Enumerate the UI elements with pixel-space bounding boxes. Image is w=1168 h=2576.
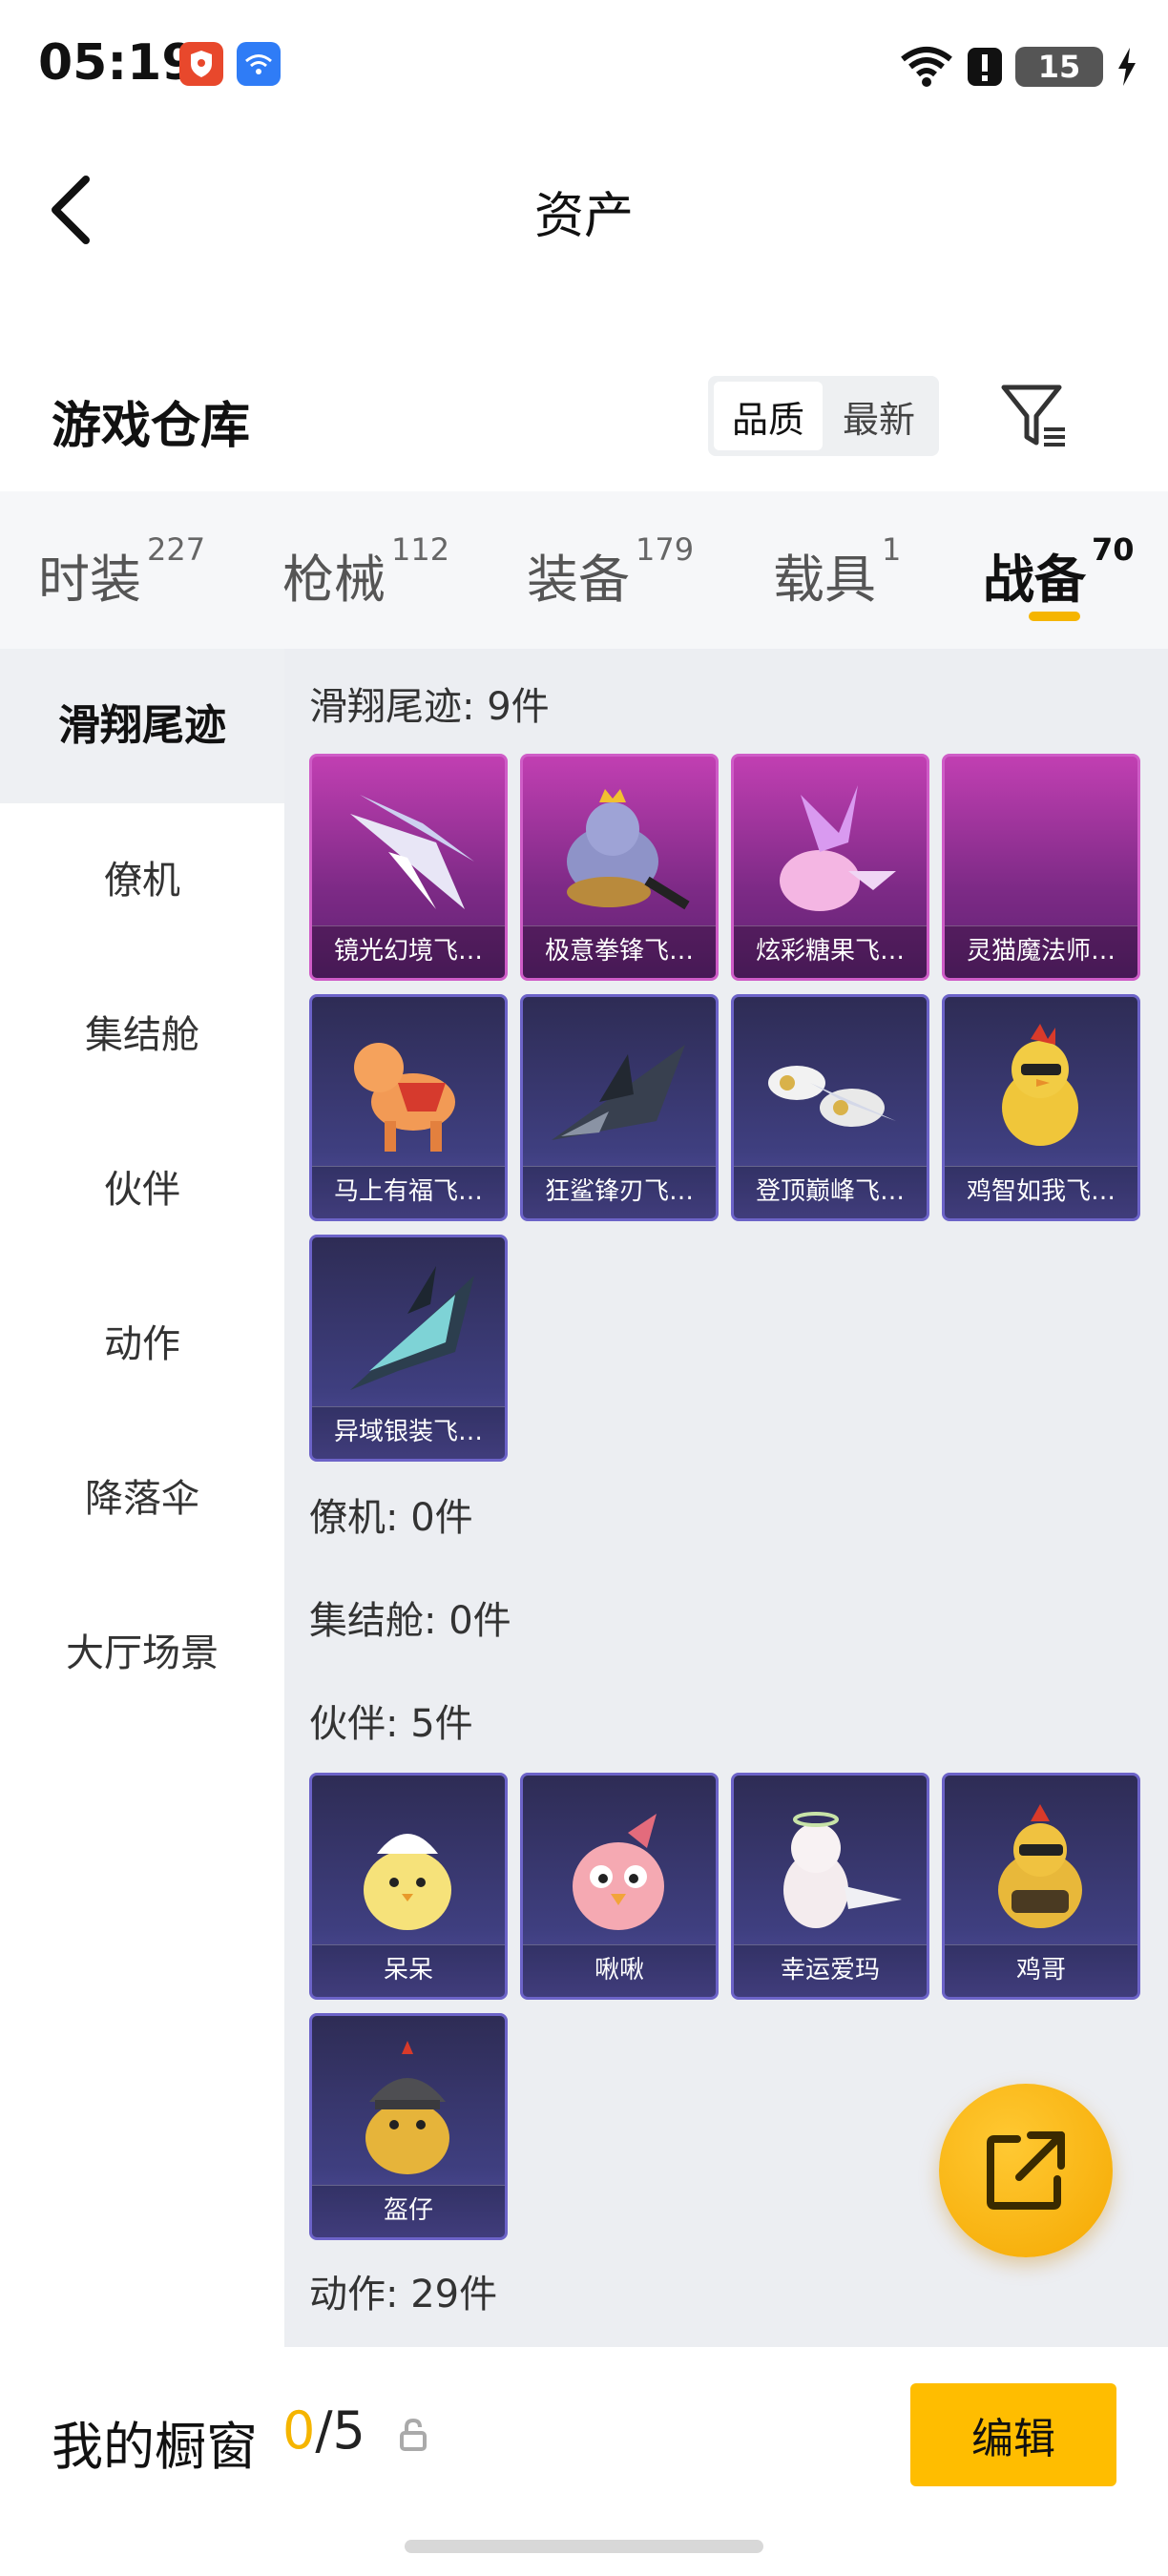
item-name: 幸运爱玛 xyxy=(734,1944,927,1997)
item-card[interactable]: 盔仔 xyxy=(309,2013,508,2240)
warehouse-title: 游戏仓库 xyxy=(52,398,251,455)
section-title-glide-trail: 滑翔尾迹: 9件 xyxy=(309,685,550,729)
edit-button[interactable]: 编辑 xyxy=(910,2383,1116,2486)
item-name: 马上有福飞… xyxy=(312,1166,505,1218)
item-name: 灵猫魔法师… xyxy=(945,925,1137,978)
share-button[interactable] xyxy=(939,2084,1113,2257)
wifi-app-icon xyxy=(237,42,281,86)
tab-battle-gear[interactable]: 战备 70 xyxy=(983,531,1135,613)
item-card[interactable]: 登顶巅峰飞… xyxy=(731,994,929,1221)
page-title: 资产 xyxy=(533,188,634,245)
status-bar: 05:19 15 xyxy=(0,0,1168,134)
sidebar-item-emote[interactable]: 动作 xyxy=(0,1313,284,1368)
bird-icon xyxy=(573,1814,664,1930)
battery-indicator: 15 xyxy=(1015,47,1103,87)
helmet-chick-icon xyxy=(365,2041,449,2174)
item-name: 鸡哥 xyxy=(945,1944,1137,1997)
showcase-title: 我的橱窗 xyxy=(52,2417,258,2477)
filter-icon xyxy=(1001,384,1065,447)
sort-toggle: 品质 最新 xyxy=(708,376,939,456)
item-name: 极意拳锋飞… xyxy=(523,925,716,978)
item-name: 炫彩糖果飞… xyxy=(734,925,927,978)
sidebar: 滑翔尾迹 僚机 集结舱 伙伴 动作 降落伞 大厅场景 xyxy=(0,649,284,2347)
warehouse-header: 游戏仓库 品质 最新 xyxy=(0,353,1168,477)
active-tab-indicator xyxy=(1029,612,1080,621)
tab-vehicles[interactable]: 载具 1 xyxy=(773,531,901,613)
item-name: 啾啾 xyxy=(523,1944,716,1997)
jet-icon xyxy=(768,1066,896,1127)
filter-button[interactable] xyxy=(996,378,1073,454)
sidebar-item-wingman[interactable]: 僚机 xyxy=(0,849,284,904)
cat-angel-icon xyxy=(783,1812,902,1928)
shark-icon xyxy=(552,1045,685,1140)
item-card[interactable]: 灵猫魔法师… xyxy=(942,754,1140,981)
wings-icon xyxy=(350,795,474,909)
section-title-emote: 动作: 29件 xyxy=(309,2273,498,2316)
pony-icon xyxy=(354,1043,455,1152)
item-card[interactable]: 极意拳锋飞… xyxy=(520,754,719,981)
item-name: 狂鲨锋刃飞… xyxy=(523,1166,716,1218)
item-name: 镜光幻境飞… xyxy=(312,925,505,978)
wifi-signal-icon xyxy=(901,47,952,87)
item-card[interactable]: 镜光幻境飞… xyxy=(309,754,508,981)
showcase-count: 0/5 xyxy=(282,2400,365,2461)
sidebar-item-lobby-scene[interactable]: 大厅场景 xyxy=(0,1622,284,1677)
item-name: 异域银装飞… xyxy=(312,1406,505,1459)
item-card[interactable]: 异域银装飞… xyxy=(309,1235,508,1462)
sidebar-item-glide-trail[interactable]: 滑翔尾迹 xyxy=(0,649,284,803)
item-card[interactable]: 幸运爱玛 xyxy=(731,1773,929,2000)
charging-icon xyxy=(1118,48,1136,86)
item-name: 登顶巅峰飞… xyxy=(734,1166,927,1218)
alert-icon xyxy=(968,48,1002,86)
status-icons: 15 xyxy=(899,38,1139,95)
item-card[interactable]: 鸡哥 xyxy=(942,1773,1140,2000)
share-icon xyxy=(987,2131,1065,2210)
section-title-wingman: 僚机: 0件 xyxy=(309,1496,473,1540)
item-name: 盔仔 xyxy=(312,2185,505,2237)
home-indicator[interactable] xyxy=(405,2540,763,2553)
candy-icon xyxy=(780,785,896,911)
item-card[interactable]: 呆呆 xyxy=(309,1773,508,2000)
showcase-bar: 我的橱窗 0/5 编辑 xyxy=(0,2347,1168,2576)
category-tabs: 时装 227 枪械 112 装备 179 载具 1 战备 70 xyxy=(0,491,1168,649)
item-card[interactable]: 炫彩糖果飞… xyxy=(731,754,929,981)
tab-equipment[interactable]: 装备 179 xyxy=(527,531,694,613)
item-name: 呆呆 xyxy=(312,1944,505,1997)
chicken-icon xyxy=(1002,1024,1078,1146)
tab-outfit[interactable]: 时装 227 xyxy=(38,531,205,613)
security-app-icon xyxy=(179,42,223,86)
rooster-icon xyxy=(998,1804,1082,1928)
app-header: 资产 xyxy=(0,134,1168,277)
item-card[interactable]: 狂鲨锋刃飞… xyxy=(520,994,719,1221)
chick-icon xyxy=(364,1834,451,1930)
elephant-icon xyxy=(567,789,690,910)
status-time: 05:19 xyxy=(38,34,197,92)
sidebar-item-partner[interactable]: 伙伴 xyxy=(0,1158,284,1214)
tab-guns[interactable]: 枪械 112 xyxy=(282,531,449,613)
lock-icon xyxy=(400,2418,427,2451)
sort-quality-button[interactable]: 品质 xyxy=(714,382,823,450)
item-name: 鸡智如我飞… xyxy=(945,1166,1137,1218)
section-title-partner: 伙伴: 5件 xyxy=(309,1702,473,1746)
item-card[interactable]: 啾啾 xyxy=(520,1773,719,2000)
wings-icon xyxy=(350,1266,474,1390)
section-title-rally-pod: 集结舱: 0件 xyxy=(309,1599,511,1643)
item-card[interactable]: 鸡智如我飞… xyxy=(942,994,1140,1221)
sort-newest-button[interactable]: 最新 xyxy=(824,382,933,450)
sidebar-item-parachute[interactable]: 降落伞 xyxy=(0,1467,284,1523)
sidebar-item-rally-pod[interactable]: 集结舱 xyxy=(0,1004,284,1059)
item-card[interactable]: 马上有福飞… xyxy=(309,994,508,1221)
